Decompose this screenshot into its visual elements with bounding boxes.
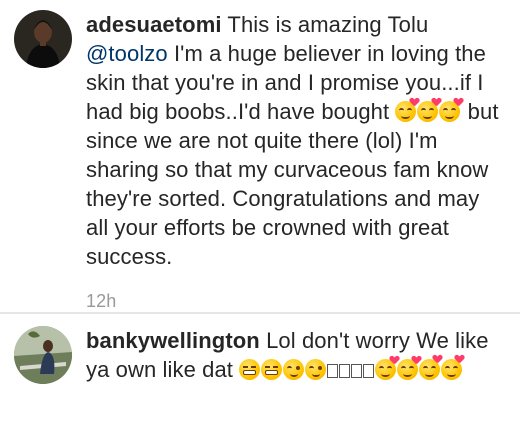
comment-text: but since we are not quite there (lol) I… — [86, 99, 499, 269]
comment-body: adesuaetomi This is amazing Tolu @toolzo… — [86, 10, 506, 312]
grinning-squint-icon — [239, 359, 261, 380]
avatar[interactable] — [14, 10, 72, 68]
missing-glyph-box-icon — [339, 364, 351, 378]
winking-face-icon — [305, 359, 327, 380]
grinning-squint-icon — [261, 359, 283, 380]
smiling-face-with-hearts-icon — [417, 101, 439, 122]
comment-text: This is amazing Tolu — [227, 12, 429, 37]
smiling-face-with-hearts-icon — [375, 359, 397, 380]
avatar[interactable] — [14, 326, 72, 384]
face-blowing-kiss-icon — [419, 359, 441, 380]
avatar-photo-icon — [14, 326, 72, 384]
comment-timestamp[interactable]: 12h — [86, 287, 506, 316]
smiling-face-with-hearts-icon — [397, 359, 419, 380]
missing-glyph-box-icon — [363, 364, 375, 378]
avatar-photo-icon — [14, 10, 72, 68]
comment-bankywellington: bankywellington Lol don't worry We like … — [0, 314, 520, 426]
smiling-face-with-hearts-icon — [439, 101, 461, 122]
face-blowing-kiss-icon — [441, 359, 463, 380]
mention-link[interactable]: @toolzo — [86, 41, 168, 66]
winking-face-icon — [283, 359, 305, 380]
missing-glyph-box-icon — [327, 364, 339, 378]
missing-glyph-box-icon — [351, 364, 363, 378]
comment-body: bankywellington Lol don't worry We like … — [86, 326, 506, 426]
comment-username[interactable]: bankywellington — [86, 328, 260, 353]
comment-adesuaetomi: adesuaetomi This is amazing Tolu @toolzo… — [0, 0, 520, 312]
comment-username[interactable]: adesuaetomi — [86, 12, 222, 37]
smiling-face-with-hearts-icon — [395, 101, 417, 122]
